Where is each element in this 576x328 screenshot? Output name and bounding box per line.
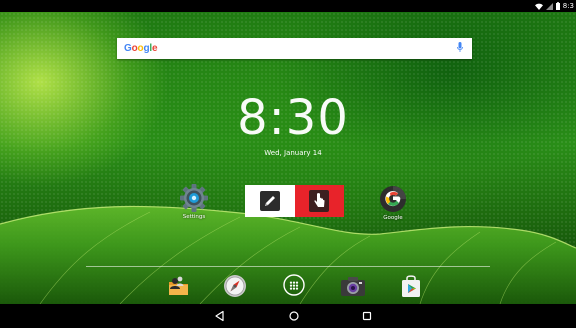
google-logo: Google — [124, 43, 158, 54]
camera-icon — [341, 277, 365, 296]
app-google[interactable]: Google — [378, 184, 408, 221]
app-label-google: Google — [383, 215, 403, 221]
signal-icon — [545, 2, 553, 10]
compass-browser-icon — [224, 275, 246, 297]
mic-icon[interactable] — [457, 42, 463, 54]
navigation-bar — [0, 304, 576, 328]
recents-icon[interactable] — [361, 310, 373, 322]
dock-app-drawer[interactable] — [283, 274, 305, 296]
home-screen: 8:3 Google 8:30 Wed, January 14 Settings… — [0, 0, 576, 328]
battery-icon — [555, 2, 560, 10]
dock-app-play-store[interactable] — [399, 274, 423, 298]
clock-time[interactable]: 8:30 — [200, 92, 386, 144]
status-time: 8:3 — [562, 2, 574, 10]
dock-divider — [86, 266, 490, 267]
clock-date: Wed, January 14 — [264, 149, 322, 157]
contacts-folder-icon — [169, 276, 188, 295]
hand-pointer-icon — [309, 190, 329, 212]
app-label-settings: Settings — [182, 214, 206, 220]
settings-gear-icon — [180, 184, 208, 212]
play-store-icon — [402, 275, 420, 297]
dock-app-camera[interactable] — [340, 275, 366, 297]
dock-app-browser[interactable] — [223, 274, 247, 298]
shortcut-widget[interactable] — [245, 185, 344, 217]
app-settings[interactable]: Settings — [179, 183, 209, 220]
dock-app-contacts[interactable] — [166, 274, 190, 298]
status-icons: 8:3 — [534, 1, 574, 11]
widget-right-panel[interactable] — [295, 185, 344, 217]
status-bar: 8:3 — [0, 0, 576, 12]
home-icon[interactable] — [288, 310, 300, 322]
back-icon[interactable] — [214, 310, 226, 322]
google-search-bar[interactable]: Google — [117, 38, 472, 59]
wifi-icon — [534, 3, 543, 10]
pen-icon — [260, 191, 280, 211]
app-drawer-icon — [283, 274, 305, 296]
widget-left-panel[interactable] — [245, 185, 295, 217]
google-app-icon — [380, 186, 406, 212]
